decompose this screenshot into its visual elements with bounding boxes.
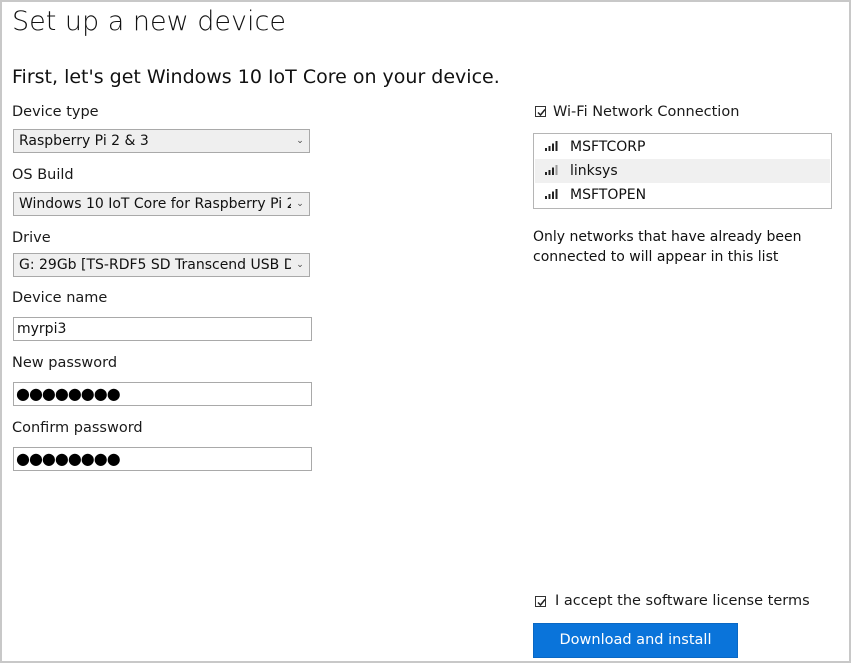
page-subtitle: First, let's get Windows 10 IoT Core on …	[12, 66, 500, 88]
wifi-label: Wi-Fi Network Connection	[553, 104, 740, 120]
confirm-password-input[interactable]: ●●●●●●●●	[13, 447, 312, 471]
network-list: MSFTCORP linksys MSFTOPEN	[533, 133, 832, 209]
drive-value: G: 29Gb [TS-RDF5 SD Transcend USB Dev	[19, 257, 310, 273]
device-name-value: myrpi3	[17, 321, 67, 337]
network-name: MSFTCORP	[570, 139, 646, 155]
list-item-network[interactable]: MSFTOPEN	[535, 183, 830, 207]
wifi-signal-icon	[545, 189, 558, 199]
device-type-value: Raspberry Pi 2 & 3	[19, 133, 149, 149]
wifi-note: Only networks that have already been con…	[533, 229, 802, 265]
new-password-label: New password	[12, 355, 118, 371]
list-item-network[interactable]: linksys	[535, 159, 830, 183]
confirm-password-label: Confirm password	[12, 420, 143, 436]
os-build-value: Windows 10 IoT Core for Raspberry Pi 2	[19, 196, 296, 212]
os-build-select[interactable]: Windows 10 IoT Core for Raspberry Pi 2 ⌄	[13, 192, 310, 216]
wifi-signal-icon	[545, 141, 558, 151]
chevron-down-icon: ⌄	[291, 130, 309, 152]
device-name-input[interactable]: myrpi3	[13, 317, 312, 341]
setup-window: Set up a new device First, let's get Win…	[0, 0, 851, 663]
new-password-input[interactable]: ●●●●●●●●	[13, 382, 312, 406]
license-checkbox[interactable]	[535, 596, 546, 607]
chevron-down-icon: ⌄	[291, 254, 309, 276]
network-name: MSFTOPEN	[570, 187, 647, 203]
checkmark-icon	[537, 599, 546, 607]
device-type-select[interactable]: Raspberry Pi 2 & 3 ⌄	[13, 129, 310, 153]
device-name-label: Device name	[12, 290, 108, 306]
license-label: I accept the software license terms	[555, 593, 810, 609]
confirm-password-value: ●●●●●●●●	[16, 449, 121, 468]
drive-label: Drive	[12, 230, 51, 246]
wifi-signal-icon	[545, 165, 558, 175]
device-type-label: Device type	[12, 104, 99, 120]
wifi-checkbox[interactable]	[535, 106, 546, 117]
list-item-network[interactable]: MSFTCORP	[535, 135, 830, 159]
os-build-label: OS Build	[12, 167, 74, 183]
chevron-down-icon: ⌄	[291, 193, 309, 215]
download-install-button[interactable]: Download and install	[533, 623, 738, 658]
page-title: Set up a new device	[12, 6, 286, 37]
checkmark-icon	[537, 109, 546, 117]
new-password-value: ●●●●●●●●	[16, 384, 121, 403]
network-name: linksys	[570, 163, 618, 179]
drive-select[interactable]: G: 29Gb [TS-RDF5 SD Transcend USB Dev ⌄	[13, 253, 310, 277]
